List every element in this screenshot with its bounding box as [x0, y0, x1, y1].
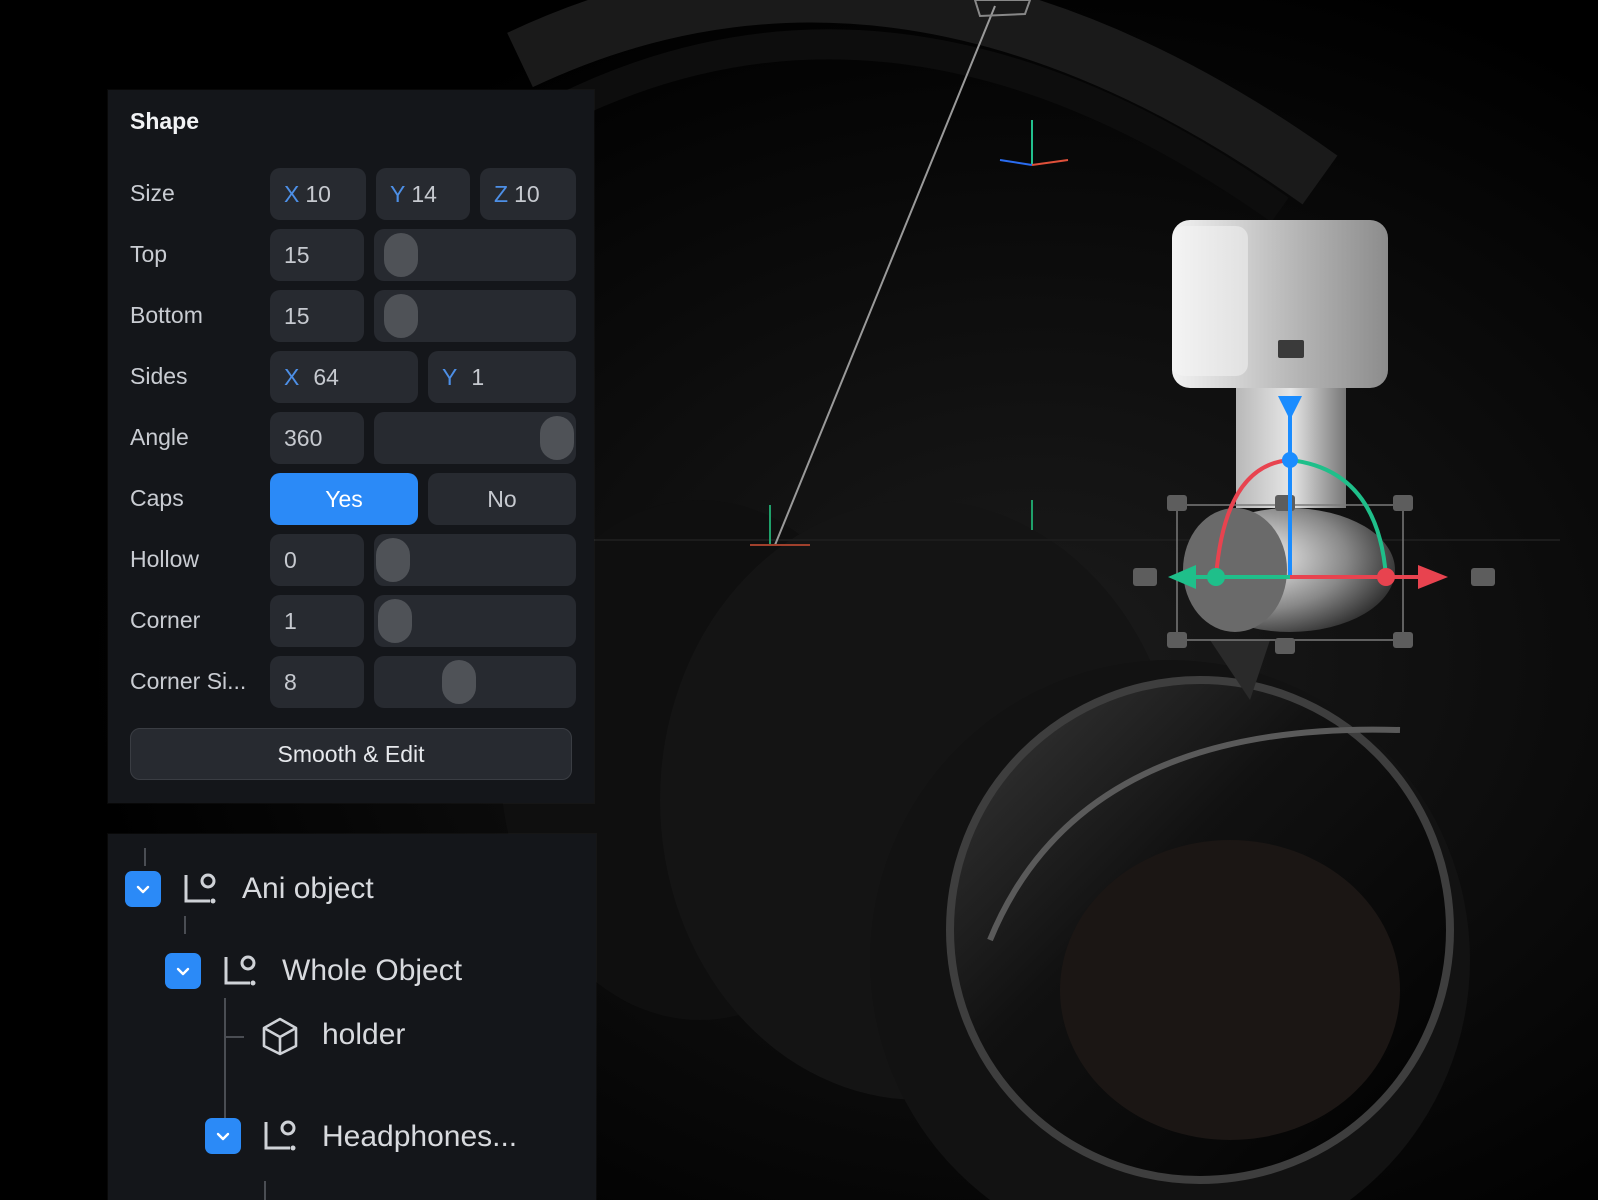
hollow-label: Hollow — [130, 546, 200, 572]
sides-label: Sides — [130, 363, 188, 389]
x-axis-label: X — [284, 180, 300, 207]
sides-y-value: 1 — [471, 363, 485, 390]
angle-row: Angle 360 — [130, 412, 576, 464]
corner-size-slider[interactable] — [374, 656, 576, 708]
top-slider[interactable] — [374, 229, 576, 281]
tree-item-holder[interactable]: holder — [322, 1018, 405, 1052]
bottom-value: 15 — [284, 302, 310, 329]
hollow-slider[interactable] — [374, 534, 576, 586]
size-row: Size X 10 Y 14 Z 10 — [130, 168, 576, 220]
caps-label: Caps — [130, 485, 184, 511]
hollow-input[interactable]: 0 — [270, 534, 364, 586]
angle-slider[interactable] — [374, 412, 576, 464]
size-z-value: 10 — [514, 180, 540, 207]
z-axis-label: Z — [494, 180, 509, 207]
size-label: Size — [130, 180, 175, 206]
top-input[interactable]: 15 — [270, 229, 364, 281]
slider-thumb[interactable] — [540, 416, 574, 460]
slider-thumb[interactable] — [377, 599, 412, 643]
tree-connector — [224, 998, 226, 1118]
scene-tree-panel: Ani object Whole Object holder Headphone… — [108, 834, 596, 1200]
slider-thumb[interactable] — [376, 538, 410, 582]
hollow-value: 0 — [284, 546, 297, 573]
angle-label: Angle — [130, 424, 189, 450]
expand-toggle-whole-object[interactable] — [165, 953, 201, 989]
size-y-value: 14 — [411, 180, 437, 207]
slider-thumb[interactable] — [441, 660, 476, 704]
group-node-icon — [264, 1120, 296, 1151]
caps-no-button[interactable]: No — [428, 473, 576, 525]
size-x-field[interactable]: X 10 — [270, 168, 366, 220]
corner-size-row: Corner Si... 8 — [130, 656, 576, 708]
sides-x-value: 64 — [313, 363, 339, 390]
bottom-row: Bottom 15 — [130, 290, 576, 342]
y-axis-label: Y — [442, 363, 458, 390]
angle-input[interactable]: 360 — [270, 412, 364, 464]
chevron-down-icon — [136, 885, 150, 894]
bottom-input[interactable]: 15 — [270, 290, 364, 342]
tree-connector — [224, 1036, 244, 1038]
corner-size-value: 8 — [284, 668, 297, 695]
top-label: Top — [130, 241, 168, 267]
caps-row: Caps Yes No — [130, 473, 576, 525]
y-axis-label: Y — [390, 180, 406, 207]
top-row: Top 15 — [130, 229, 576, 281]
corner-size-label: Corner Si... — [130, 668, 247, 694]
corner-value: 1 — [284, 607, 297, 634]
size-z-field[interactable]: Z 10 — [480, 168, 576, 220]
corner-slider[interactable] — [374, 595, 576, 647]
bottom-label: Bottom — [130, 302, 203, 328]
tree-item-ani-object[interactable]: Ani object — [242, 872, 374, 906]
caps-yes-button[interactable]: Yes — [270, 473, 418, 525]
bottom-slider[interactable] — [374, 290, 576, 342]
size-y-field[interactable]: Y 14 — [376, 168, 470, 220]
slider-thumb[interactable] — [384, 233, 419, 277]
x-axis-label: X — [284, 363, 300, 390]
size-x-value: 10 — [305, 180, 331, 207]
chevron-down-icon — [216, 1132, 230, 1141]
expand-toggle-headphones[interactable] — [205, 1118, 241, 1154]
hollow-row: Hollow 0 — [130, 534, 576, 586]
top-value: 15 — [284, 241, 310, 268]
group-node-icon — [184, 873, 216, 904]
corner-input[interactable]: 1 — [270, 595, 364, 647]
corner-row: Corner 1 — [130, 595, 576, 647]
tree-item-headphones[interactable]: Headphones... — [322, 1120, 517, 1154]
group-node-icon — [224, 955, 256, 986]
slider-thumb[interactable] — [384, 294, 419, 338]
panel-title: Shape — [130, 108, 200, 134]
tree-connector — [144, 848, 146, 866]
shape-panel: Shape Size X 10 Y 14 Z 10 Top 15 Bottom … — [108, 90, 594, 803]
tree-connector — [264, 1181, 266, 1200]
corner-label: Corner — [130, 607, 201, 633]
tree-item-whole-object[interactable]: Whole Object — [282, 954, 462, 988]
sides-x-field[interactable]: X 64 — [270, 351, 418, 403]
smooth-edit-button[interactable]: Smooth & Edit — [130, 728, 572, 780]
expand-toggle-ani-object[interactable] — [125, 871, 161, 907]
sides-row: Sides X 64 Y 1 — [130, 351, 576, 403]
angle-value: 360 — [284, 424, 323, 451]
chevron-down-icon — [176, 967, 190, 976]
corner-size-input[interactable]: 8 — [270, 656, 364, 708]
tree-connector — [184, 916, 186, 934]
sides-y-field[interactable]: Y 1 — [428, 351, 576, 403]
cube-icon — [262, 1017, 298, 1056]
